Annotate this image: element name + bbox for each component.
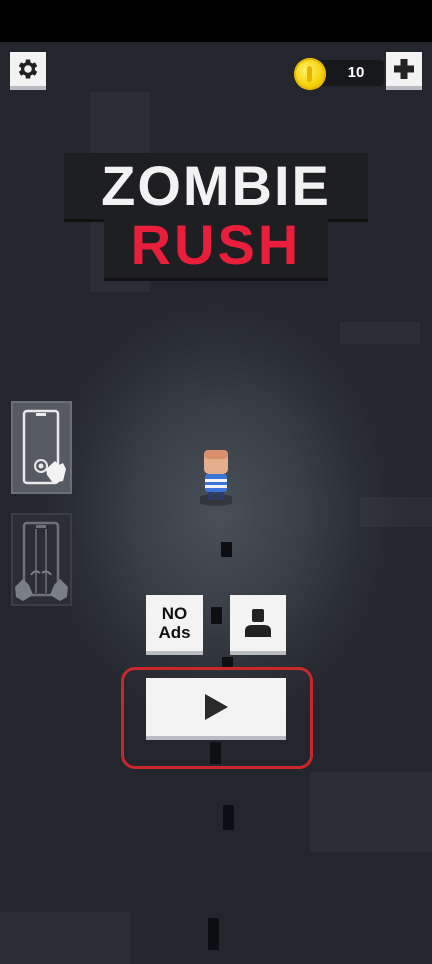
no-ads-label: NO Ads — [158, 604, 191, 642]
logo-line2: RUSH — [130, 213, 302, 276]
road-marking — [221, 542, 232, 557]
play-button-highlight — [121, 667, 313, 769]
plus-icon — [394, 59, 414, 79]
background-block — [0, 912, 130, 964]
profile-button[interactable] — [230, 595, 286, 655]
road-marking — [208, 918, 219, 950]
logo-zombie: ZOMBIE — [64, 153, 368, 219]
phone-swipe-icon — [15, 521, 68, 601]
gear-icon — [18, 59, 38, 79]
player-character — [200, 450, 232, 506]
coin-icon — [294, 58, 326, 90]
road-marking — [223, 805, 234, 830]
coin-count: 10 — [347, 64, 365, 81]
phone-tap-icon — [22, 409, 66, 485]
logo-rush: RUSH — [104, 212, 328, 278]
background-block — [360, 497, 432, 527]
status-bar — [0, 0, 432, 42]
no-ads-button[interactable]: NO Ads — [146, 595, 203, 655]
control-mode-swipe[interactable] — [11, 513, 72, 606]
add-coins-button[interactable] — [386, 52, 422, 90]
person-icon — [245, 609, 271, 637]
road-marking — [211, 607, 222, 624]
background-block — [310, 772, 432, 852]
logo-line1: ZOMBIE — [101, 154, 331, 217]
control-mode-tap[interactable] — [11, 401, 72, 494]
background-block — [340, 322, 420, 344]
settings-button[interactable] — [10, 52, 46, 90]
